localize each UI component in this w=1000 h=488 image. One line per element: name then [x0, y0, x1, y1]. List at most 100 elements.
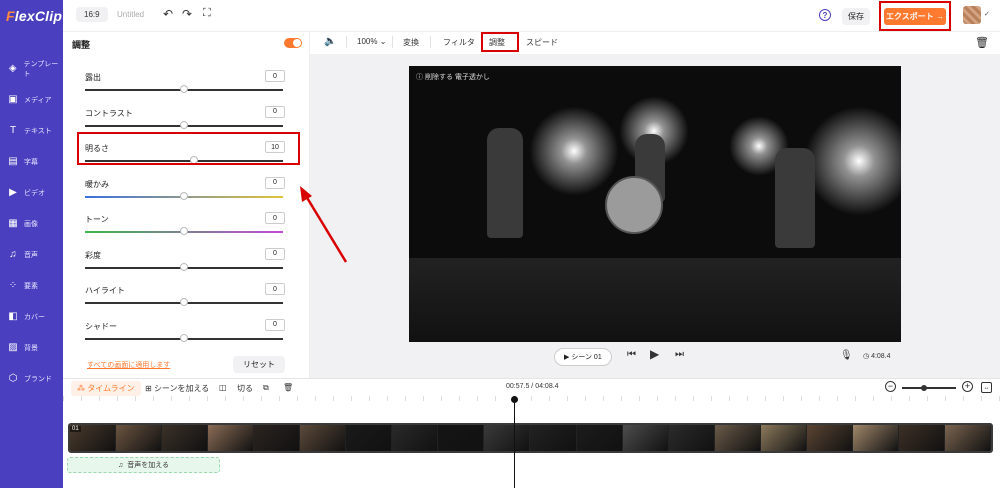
next-icon[interactable]: ⏭: [675, 350, 684, 360]
zoom-in-icon[interactable]: +: [962, 381, 973, 392]
playhead[interactable]: [514, 396, 515, 488]
app-logo[interactable]: FlexClip: [6, 8, 62, 24]
scene-selector[interactable]: ▶ シーン 01: [554, 348, 612, 366]
tab-filter[interactable]: フィルタ: [443, 37, 475, 48]
clip-thumbnail: [208, 425, 255, 451]
timeline-ruler[interactable]: [63, 396, 1000, 420]
save-button[interactable]: 保存: [842, 8, 870, 25]
previous-icon[interactable]: ⏮: [627, 350, 636, 360]
sidebar-item[interactable]: ◧ カバー: [0, 302, 63, 332]
reset-button[interactable]: リセット: [233, 356, 285, 373]
sidebar-item[interactable]: ◈ テンプレート: [0, 54, 63, 84]
sidebar-item-label: テンプレート: [23, 61, 59, 78]
sidebar-item[interactable]: ▣ メディア: [0, 85, 63, 115]
undo-icon[interactable]: ↶: [163, 8, 173, 20]
slider-thumb[interactable]: [180, 227, 188, 235]
zoom-select[interactable]: 100% ⌄: [357, 37, 386, 46]
export-button[interactable]: エクスポート →: [884, 8, 946, 25]
help-icon[interactable]: ?: [819, 9, 831, 21]
adjust-value-input[interactable]: 0: [265, 105, 285, 118]
preview-area: ⓘ 削除する 電子透かし ▶ シーン 01 ⏮ ▶ ⏭ 🎙 ◷ 4:08.4: [310, 54, 1000, 378]
slider-thumb[interactable]: [180, 120, 188, 129]
add-scene-button[interactable]: ⊞ シーンを加える: [145, 383, 209, 394]
adjust-value-input[interactable]: 0: [265, 212, 285, 224]
fit-timeline-icon[interactable]: ↔: [981, 382, 992, 393]
clip-thumbnail: [944, 425, 991, 451]
sidebar-item[interactable]: ▶ ビデオ: [0, 178, 63, 208]
bass-drum: [605, 176, 663, 234]
adjust-slider[interactable]: [85, 191, 283, 200]
sidebar-item-label: メディア: [24, 97, 52, 104]
video-clip-track[interactable]: [68, 423, 993, 453]
adjust-slider[interactable]: [85, 333, 283, 342]
timeline-header: ⁂ タイムライン ⊞ シーンを加える ◫ 切る ⧉ 🗑 00:57.5 / 04…: [63, 378, 1000, 396]
chevron-down-icon[interactable]: ✓: [984, 10, 990, 18]
sidebar-item-label: ビデオ: [24, 190, 45, 197]
adjust-value-input[interactable]: 0: [265, 318, 285, 331]
sidebar-item-label: ブランド: [24, 376, 52, 383]
preview-toolbar: 🔈 100% ⌄ 変換 フィルタ 調整 スピード 🗑: [310, 32, 1000, 54]
total-duration: ◷ 4:08.4: [863, 353, 891, 360]
slider-thumb[interactable]: [180, 262, 188, 271]
play-icon[interactable]: ▶: [650, 348, 659, 360]
adjust-slider[interactable]: [85, 262, 283, 271]
clip-thumbnail: [346, 425, 393, 451]
microphone-icon[interactable]: 🎙: [840, 350, 853, 361]
volume-icon[interactable]: 🔈: [324, 36, 336, 47]
adjust-row: トーン 0: [85, 212, 285, 242]
elements-icon: ⁘: [8, 280, 18, 291]
media-icon: ▣: [8, 94, 18, 105]
adjust-slider[interactable]: [85, 227, 283, 235]
delete-icon[interactable]: 🗑: [283, 383, 293, 392]
clip-number-badge: 01: [70, 426, 81, 432]
video-preview[interactable]: ⓘ 削除する 電子透かし: [409, 66, 901, 342]
tab-transform[interactable]: 変換: [403, 37, 419, 48]
clip-thumbnail: [116, 425, 163, 451]
adjust-slider[interactable]: [85, 120, 283, 129]
adjust-toggle[interactable]: [284, 38, 302, 48]
zoom-out-icon[interactable]: −: [885, 381, 896, 392]
cut-button[interactable]: 切る: [237, 383, 253, 394]
sidebar-item[interactable]: ⁘ 要素: [0, 271, 63, 301]
duplicate-icon[interactable]: ⧉: [263, 383, 269, 393]
sidebar-item[interactable]: T テキスト: [0, 116, 63, 146]
zoom-slider-thumb[interactable]: [921, 385, 927, 391]
sidebar-item[interactable]: ▤ 字幕: [0, 147, 63, 177]
sidebar-item[interactable]: ⬡ ブランド: [0, 364, 63, 394]
sidebar-item-label: 音声: [24, 252, 38, 259]
adjust-value-input[interactable]: 0: [265, 247, 285, 260]
tab-speed[interactable]: スピード: [526, 37, 558, 48]
project-title[interactable]: Untitled: [117, 10, 144, 19]
slider-thumb[interactable]: [180, 298, 188, 306]
adjust-value-input[interactable]: 0: [265, 70, 285, 82]
export-highlight-box: エクスポート →: [879, 1, 951, 31]
slider-thumb[interactable]: [180, 191, 188, 200]
add-audio-button[interactable]: ♫ 音声を加える: [67, 457, 220, 473]
sidebar-item[interactable]: ▦ 画像: [0, 209, 63, 239]
apply-all-link[interactable]: すべての画面に適用します: [87, 360, 170, 370]
adjust-slider[interactable]: [85, 85, 283, 93]
playhead-handle[interactable]: [511, 396, 518, 403]
clip-thumbnail: [622, 425, 669, 451]
redo-icon[interactable]: ↷: [182, 8, 192, 20]
fullscreen-icon[interactable]: ⛶: [203, 8, 211, 19]
adjust-slider[interactable]: [85, 298, 283, 306]
adjust-label: コントラスト: [85, 108, 133, 118]
watermark-remove-link[interactable]: ⓘ 削除する 電子透かし: [416, 72, 490, 82]
tab-timeline[interactable]: ⁂ タイムライン: [71, 381, 141, 396]
timeline-zoom-slider[interactable]: [902, 385, 956, 391]
slider-thumb[interactable]: [180, 85, 188, 93]
avatar[interactable]: [963, 6, 981, 24]
sidebar-item[interactable]: ♫ 音声: [0, 240, 63, 270]
sidebar-item-label: 画像: [24, 221, 38, 228]
split-icon[interactable]: ◫: [219, 383, 227, 392]
adjust-value-input[interactable]: 0: [265, 283, 285, 295]
tab-adjust[interactable]: 調整: [489, 37, 505, 48]
sidebar-item-label: カバー: [24, 314, 45, 321]
trash-icon[interactable]: 🗑: [975, 36, 989, 49]
slider-thumb[interactable]: [180, 333, 188, 342]
sidebar-item[interactable]: ▨ 背景: [0, 333, 63, 363]
stage-floor: [409, 258, 901, 342]
adjust-value-input[interactable]: 0: [265, 176, 285, 189]
aspect-ratio-button[interactable]: 16:9: [76, 7, 108, 22]
